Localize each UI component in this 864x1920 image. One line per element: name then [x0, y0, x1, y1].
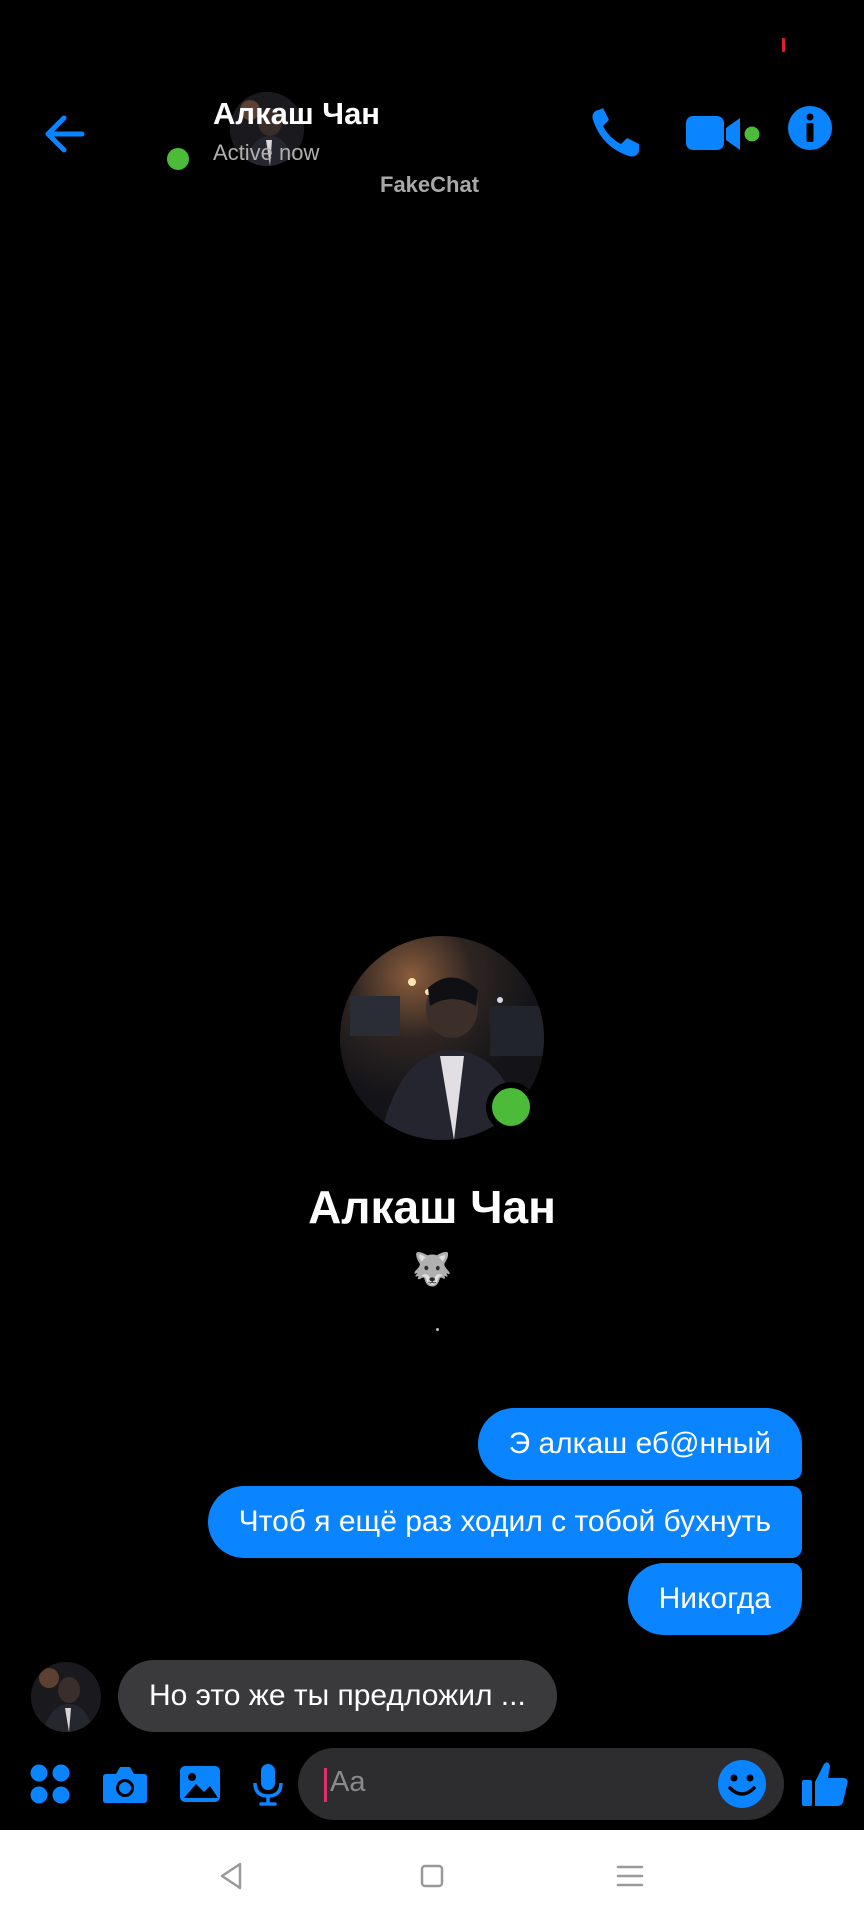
gallery-button[interactable]	[178, 1762, 222, 1806]
video-call-button[interactable]	[684, 110, 764, 158]
nav-home-button[interactable]	[414, 1858, 450, 1894]
message-bubble-outgoing[interactable]: Никогда	[627, 1563, 802, 1635]
profile-name: Алкаш Чан	[308, 1181, 556, 1233]
nav-menu-button[interactable]	[612, 1858, 648, 1894]
microphone-icon	[253, 1764, 283, 1806]
profile-avatar[interactable]	[340, 936, 544, 1140]
square-home-icon	[420, 1864, 444, 1888]
nav-back-button[interactable]	[214, 1858, 250, 1894]
smiley-icon	[718, 1760, 766, 1808]
like-button[interactable]	[800, 1758, 850, 1808]
voice-call-button[interactable]	[585, 102, 645, 162]
sender-avatar[interactable]	[31, 1662, 101, 1732]
back-button[interactable]	[36, 106, 92, 162]
grid-dots-icon	[30, 1764, 70, 1804]
triangle-back-icon	[220, 1862, 242, 1890]
image-icon	[180, 1766, 220, 1802]
contact-avatar[interactable]	[115, 92, 304, 174]
separator-dot	[436, 1328, 439, 1331]
emoji-button[interactable]	[716, 1758, 768, 1810]
status-indicator	[782, 38, 785, 52]
watermark-label: FakeChat	[380, 172, 480, 197]
text-cursor	[324, 1768, 327, 1802]
message-bubble-outgoing[interactable]: Чтоб я ещё раз ходил с тобой бухнуть	[207, 1486, 802, 1558]
camera-button[interactable]	[102, 1762, 147, 1806]
contact-name[interactable]: Алкаш Чан	[213, 96, 380, 132]
online-status-dot	[163, 144, 193, 174]
phone-icon	[592, 108, 639, 157]
profile-emoji: 🐺	[412, 1251, 452, 1287]
menu-lines-icon	[616, 1865, 644, 1887]
message-bubble-outgoing[interactable]: Э алкаш еб@нный	[477, 1408, 802, 1480]
online-status-dot	[486, 1082, 536, 1132]
voice-message-button[interactable]	[246, 1762, 290, 1806]
message-input-placeholder: Aa	[330, 1766, 366, 1798]
thumbs-up-icon	[802, 1762, 848, 1806]
message-input[interactable]: Aa	[298, 1748, 784, 1820]
apps-button[interactable]	[28, 1762, 72, 1806]
video-camera-icon	[686, 116, 763, 150]
arrow-left-icon	[45, 115, 85, 153]
message-composer: Aa	[0, 1748, 864, 1820]
message-bubble-incoming[interactable]: Но это же ты предложил ...	[118, 1660, 557, 1732]
system-nav-bar	[0, 1830, 864, 1920]
camera-icon	[103, 1767, 147, 1803]
info-icon	[788, 106, 832, 150]
chat-header: Алкаш Чан Active now FakeChat	[0, 92, 864, 202]
contact-status: Active now	[213, 140, 320, 165]
info-button[interactable]	[786, 104, 834, 152]
